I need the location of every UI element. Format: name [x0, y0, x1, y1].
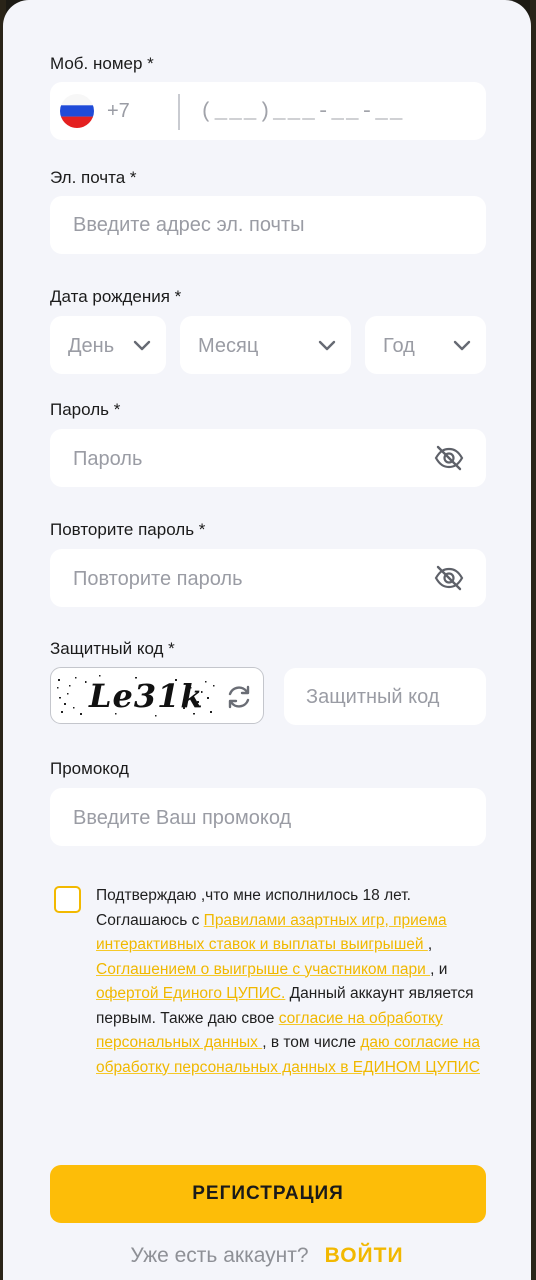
captcha-input[interactable]: Защитный код — [284, 668, 486, 725]
captcha-image: Le31k — [55, 673, 216, 719]
login-link[interactable]: ВОЙТИ — [325, 1244, 404, 1267]
day-select[interactable]: День — [50, 316, 166, 374]
password-repeat-placeholder: Повторите пароль — [73, 568, 243, 590]
email-field[interactable]: Введите адрес эл. почты — [50, 196, 486, 254]
chevron-down-icon — [453, 340, 471, 351]
day-placeholder: День — [68, 335, 115, 357]
terms-checkbox[interactable] — [54, 886, 81, 913]
password-repeat-field[interactable]: Повторите пароль — [50, 549, 486, 607]
registration-form: Моб. номер * +7 (___)___-__-__ Эл. почта… — [3, 0, 531, 1280]
terms-text-part: , — [427, 936, 433, 953]
phone-field[interactable]: +7 (___)___-__-__ — [50, 82, 486, 140]
terms-text: Подтверждаю ,что мне исполнилось 18 лет.… — [96, 884, 486, 1080]
login-question: Уже есть аккаунт? — [130, 1244, 309, 1267]
phone-input[interactable]: (___)___-__-__ — [200, 101, 404, 124]
chevron-down-icon — [133, 340, 151, 351]
promo-placeholder: Введите Ваш промокод — [73, 807, 292, 829]
password-placeholder: Пароль — [73, 448, 143, 470]
chevron-down-icon — [318, 340, 336, 351]
phone-divider — [178, 94, 180, 130]
terms-text-part: , и — [430, 960, 448, 978]
birth-date-label: Дата рождения * — [50, 287, 182, 306]
country-code[interactable]: +7 — [107, 100, 130, 123]
winning-agreement-link[interactable]: Соглашением о выигрыше с участником пари — [96, 961, 430, 978]
captcha-placeholder: Защитный код — [306, 686, 440, 708]
eye-off-icon[interactable] — [434, 443, 464, 473]
email-label: Эл. почта * — [50, 168, 137, 187]
password-label: Пароль * — [50, 400, 121, 419]
register-button[interactable]: РЕГИСТРАЦИЯ — [50, 1165, 486, 1223]
russia-flag-icon[interactable] — [60, 94, 94, 128]
captcha-label: Защитный код * — [50, 639, 175, 658]
password-repeat-label: Повторите пароль * — [50, 520, 206, 539]
captcha-text: Le31k — [89, 677, 204, 715]
promo-label: Промокод — [50, 759, 129, 778]
phone-label: Моб. номер * — [50, 54, 154, 73]
year-select[interactable]: Год — [365, 316, 486, 374]
terms-text-part: , в том числе — [262, 1034, 361, 1051]
month-select[interactable]: Месяц — [180, 316, 351, 374]
password-field[interactable]: Пароль — [50, 429, 486, 487]
login-row: Уже есть аккаунт? ВОЙТИ — [3, 1244, 531, 1268]
captcha-box: Le31k — [50, 667, 264, 724]
promo-field[interactable]: Введите Ваш промокод — [50, 788, 486, 846]
year-placeholder: Год — [383, 335, 415, 357]
refresh-icon[interactable] — [225, 683, 253, 711]
cupis-offer-link[interactable]: офертой Единого ЦУПИС. — [96, 985, 285, 1002]
email-placeholder: Введите адрес эл. почты — [73, 214, 305, 236]
month-placeholder: Месяц — [198, 335, 259, 357]
eye-off-icon[interactable] — [434, 563, 464, 593]
